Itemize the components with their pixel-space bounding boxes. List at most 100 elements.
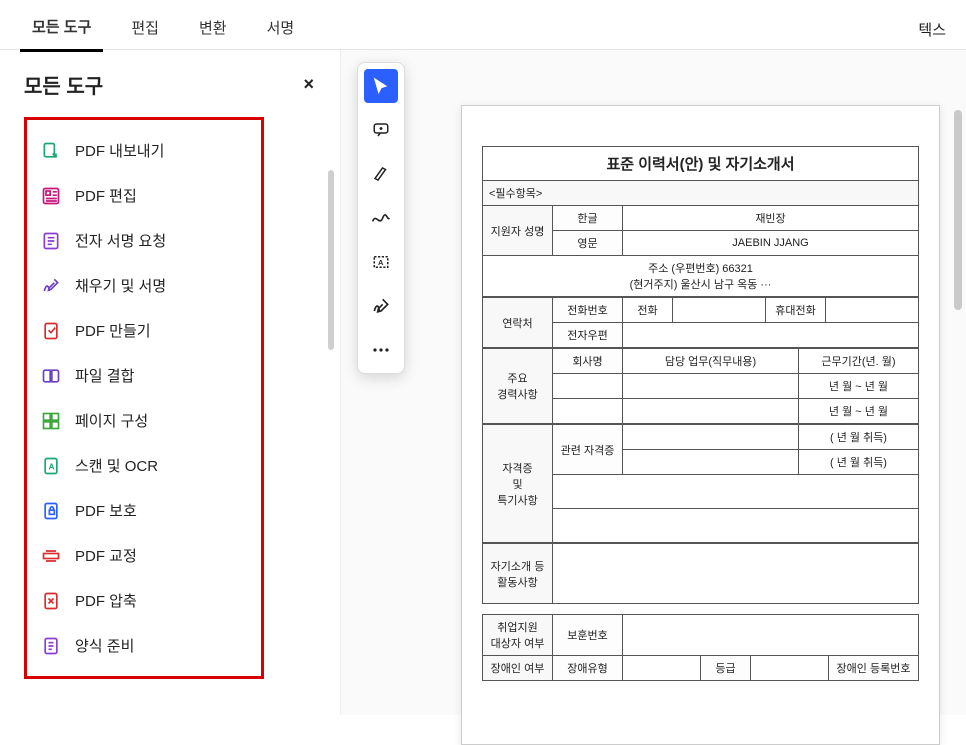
support-label: 취업지원 대상자 여부 <box>483 615 553 656</box>
cert-acq2: ( 년 월 취득) <box>799 450 919 475</box>
tool-label: PDF 보호 <box>75 500 137 521</box>
en-name: JAEBIN JJANG <box>623 231 919 256</box>
doc-name-table: 지원자 성명 한글 재빈장 영문 JAEBIN JJANG 주소 (우편번호) … <box>482 205 919 297</box>
tab-all-tools[interactable]: 모든 도구 <box>20 8 103 52</box>
form-icon <box>41 636 61 656</box>
duty-label: 담당 업무(직무내용) <box>623 349 799 374</box>
select-tool-icon[interactable] <box>364 69 398 103</box>
close-icon[interactable]: × <box>303 74 314 95</box>
floating-toolbar: A <box>357 62 405 374</box>
more-icon[interactable] <box>364 333 398 367</box>
tool-label: PDF 내보내기 <box>75 140 164 161</box>
phone-label: 전화번호 <box>553 298 623 323</box>
disability-type: 장애유형 <box>553 656 623 681</box>
duty2 <box>623 399 799 424</box>
create-icon <box>41 321 61 341</box>
text-box-icon[interactable]: A <box>364 245 398 279</box>
contact-label: 연락처 <box>483 298 553 348</box>
scan-icon: A <box>41 456 61 476</box>
document-scrollbar[interactable] <box>954 110 962 310</box>
veteran-val <box>623 615 919 656</box>
export-icon <box>41 141 61 161</box>
doc-title: 표준 이력서(안) 및 자기소개서 <box>482 146 919 180</box>
address-block: 주소 (우편번호) 66321 (현거주지) 울산시 남구 옥동 ··· <box>483 256 919 297</box>
protect-icon <box>41 501 61 521</box>
mobile-val <box>826 298 919 323</box>
tab-convert[interactable]: 변환 <box>187 9 239 50</box>
tool-item-scan[interactable]: A 스캔 및 OCR <box>31 443 257 488</box>
tool-label: 파일 결합 <box>75 365 134 386</box>
company1 <box>553 374 623 399</box>
doc-required-header: <필수항목> <box>482 180 919 205</box>
applicant-label: 지원자 성명 <box>483 206 553 256</box>
company2 <box>553 399 623 424</box>
tool-item-edit[interactable]: PDF 편집 <box>31 173 257 218</box>
disability-grade-val <box>751 656 829 681</box>
svg-text:A: A <box>378 258 384 267</box>
document-area: A 표준 이력서(안) 및 자기소개서 <필수항목> 지원자 성명 한글 재빈장… <box>340 50 966 715</box>
organize-icon <box>41 411 61 431</box>
tool-label: PDF 압축 <box>75 590 137 611</box>
tool-item-redact[interactable]: PDF 교정 <box>31 533 257 578</box>
cert-acq1: ( 년 월 취득) <box>799 425 919 450</box>
disability-label: 장애인 여부 <box>483 656 553 681</box>
tool-item-create[interactable]: PDF 만들기 <box>31 308 257 353</box>
disability-type-val <box>623 656 701 681</box>
tool-label: 페이지 구성 <box>75 410 148 431</box>
sign-icon[interactable] <box>364 289 398 323</box>
cert-label: 자격증 및 특기사항 <box>483 425 553 543</box>
tab-edit[interactable]: 편집 <box>119 9 171 50</box>
ko-name: 재빈장 <box>623 206 919 231</box>
disability-grade: 등급 <box>701 656 751 681</box>
addr2: (현거주지) 울산시 남구 옥동 ··· <box>630 279 772 291</box>
esign-icon <box>41 231 61 251</box>
document-page: 표준 이력서(안) 및 자기소개서 <필수항목> 지원자 성명 한글 재빈장 영… <box>461 105 940 745</box>
tab-sign[interactable]: 서명 <box>255 9 307 50</box>
tool-label: PDF 만들기 <box>75 320 151 341</box>
fill-icon <box>41 276 61 296</box>
draw-freehand-icon[interactable] <box>364 201 398 235</box>
tool-item-compress[interactable]: PDF 압축 <box>31 578 257 623</box>
tool-item-form[interactable]: 양식 준비 <box>31 623 257 668</box>
sidebar-title: 모든 도구 <box>24 70 103 99</box>
cert1 <box>623 425 799 450</box>
veteran-label: 보훈번호 <box>553 615 623 656</box>
compress-icon <box>41 591 61 611</box>
edit-icon <box>41 186 61 206</box>
topbar-right-truncated[interactable]: 텍스 <box>918 19 946 40</box>
doc-self-table: 자기소개 등 활동사항 <box>482 543 919 604</box>
tool-item-fill[interactable]: 채우기 및 서명 <box>31 263 257 308</box>
tool-item-organize[interactable]: 페이지 구성 <box>31 398 257 443</box>
redact-icon <box>41 546 61 566</box>
doc-support-table: 취업지원 대상자 여부 보훈번호 장애인 여부 장애유형 등급 장애인 등록번호 <box>482 614 919 681</box>
topbar: 모든 도구 편집 변환 서명 텍스 <box>0 0 966 50</box>
tool-label: PDF 교정 <box>75 545 137 566</box>
disability-reg: 장애인 등록번호 <box>829 656 919 681</box>
self-label: 자기소개 등 활동사항 <box>483 544 553 604</box>
tool-item-protect[interactable]: PDF 보호 <box>31 488 257 533</box>
tool-item-esign[interactable]: 전자 서명 요청 <box>31 218 257 263</box>
add-comment-icon[interactable] <box>364 113 398 147</box>
career-label: 주요 경력사항 <box>483 349 553 424</box>
tool-label: 양식 준비 <box>75 635 134 656</box>
sidebar: 모든 도구 × PDF 내보내기 PDF 편집전자 서명 요청채우기 및 서명 PD… <box>0 50 340 715</box>
tool-item-export[interactable]: PDF 내보내기 <box>31 128 257 173</box>
highlight-icon[interactable] <box>364 157 398 191</box>
tool-label: 스캔 및 OCR <box>75 455 158 476</box>
home-val <box>673 298 766 323</box>
doc-cert-table: 자격증 및 특기사항 관련 자격증 ( 년 월 취득) ( 년 월 취득) <box>482 424 919 543</box>
email-label: 전자우편 <box>553 323 623 348</box>
mobile-label: 휴대전화 <box>766 298 826 323</box>
tool-item-combine[interactable]: 파일 결합 <box>31 353 257 398</box>
sidebar-scrollbar[interactable] <box>328 170 334 350</box>
period-label: 근무기간(년. 월) <box>799 349 919 374</box>
combine-icon <box>41 366 61 386</box>
duty1 <box>623 374 799 399</box>
ko-label: 한글 <box>553 206 623 231</box>
tool-label: 전자 서명 요청 <box>75 230 166 251</box>
period2: 년 월 ~ 년 월 <box>799 399 919 424</box>
doc-contact-table: 연락처 전화번호 전화 휴대전화 전자우편 <box>482 297 919 348</box>
doc-career-table: 주요 경력사항 회사명 담당 업무(직무내용) 근무기간(년. 월) 년 월 ~… <box>482 348 919 424</box>
en-label: 영문 <box>553 231 623 256</box>
tool-label: PDF 편집 <box>75 185 137 206</box>
